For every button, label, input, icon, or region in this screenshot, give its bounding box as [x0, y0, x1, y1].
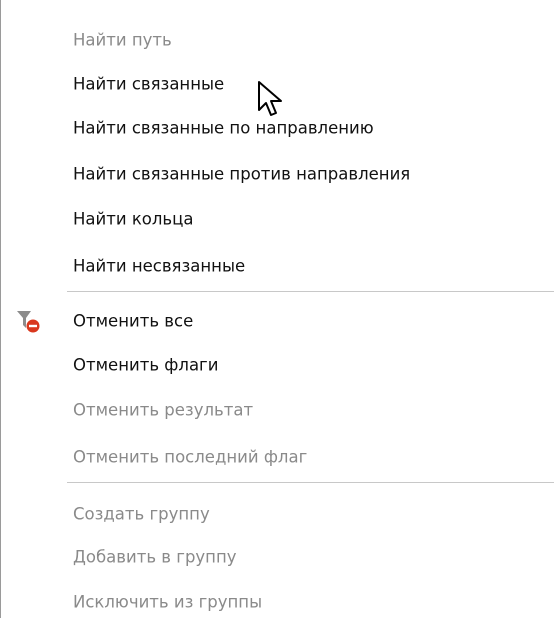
menu-item-label: Найти связанные против направления [73, 164, 411, 184]
menu-item-label: Найти кольца [73, 209, 194, 229]
menu-item-label: Отменить результат [73, 400, 254, 420]
menu-item-clear-flags[interactable]: Отменить флаги [1, 343, 554, 387]
menu-separator [67, 291, 554, 292]
menu-item-remove-from-group[interactable]: Исключить из группы [1, 580, 554, 624]
menu-item-label: Исключить из группы [73, 592, 263, 612]
menu-item-clear-all[interactable]: Отменить все [1, 299, 554, 343]
clear-filter-icon [15, 308, 41, 334]
menu-item-find-disconnected[interactable]: Найти несвязанные [1, 244, 554, 288]
menu-item-find-connected[interactable]: Найти связанные [1, 62, 554, 106]
menu-item-label: Добавить в группу [73, 547, 237, 567]
menu-item-label: Отменить флаги [73, 355, 219, 375]
menu-item-create-group[interactable]: Создать группу [1, 492, 554, 536]
menu-item-label: Найти связанные [73, 74, 225, 94]
menu-item-label: Отменить все [73, 311, 194, 331]
menu-separator [67, 482, 554, 483]
menu-item-label: Найти связанные по направлению [73, 118, 374, 138]
menu-item-find-path[interactable]: Найти путь [1, 18, 554, 62]
menu-item-label: Создать группу [73, 504, 210, 524]
menu-item-add-to-group[interactable]: Добавить в группу [1, 535, 554, 579]
menu-item-clear-result[interactable]: Отменить результат [1, 388, 554, 432]
context-menu: Найти путь Найти связанные Найти связанн… [0, 0, 554, 618]
menu-item-find-connected-upstream[interactable]: Найти связанные против направления [1, 152, 554, 196]
menu-item-find-connected-downstream[interactable]: Найти связанные по направлению [1, 106, 554, 150]
menu-item-label: Найти путь [73, 30, 172, 50]
menu-item-label: Отменить последний флаг [73, 447, 308, 467]
menu-item-label: Найти несвязанные [73, 256, 246, 276]
menu-item-clear-last-flag[interactable]: Отменить последний флаг [1, 435, 554, 479]
menu-item-find-loops[interactable]: Найти кольца [1, 197, 554, 241]
